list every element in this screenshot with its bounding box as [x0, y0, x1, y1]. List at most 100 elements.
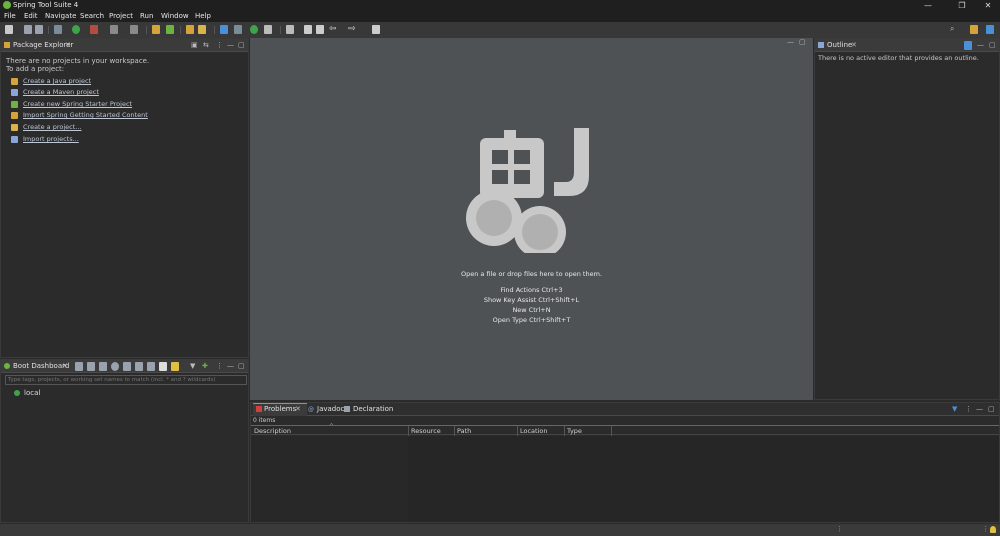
new-project-icon[interactable] [152, 25, 160, 34]
boot-dashboard-title[interactable]: Boot Dashboard [13, 362, 69, 370]
close-icon[interactable]: ✕ [65, 41, 71, 49]
new-icon[interactable] [5, 25, 13, 34]
lightbulb-icon[interactable] [990, 526, 996, 533]
menu-navigate[interactable]: Navigate [45, 12, 76, 20]
create-spring-starter-link[interactable]: Create new Spring Starter Project [23, 100, 132, 108]
perspective-java-icon[interactable] [970, 25, 978, 34]
run-icon[interactable] [72, 25, 80, 34]
spring-starter-icon[interactable] [166, 25, 174, 34]
toggle-mark-icon[interactable] [220, 25, 228, 34]
back-history-icon[interactable] [304, 25, 312, 34]
create-java-project-link[interactable]: Create a Java project [23, 77, 91, 85]
build-icon[interactable] [130, 25, 138, 34]
open-resource-icon[interactable] [198, 25, 206, 34]
problems-table-header: Description ^ Resource Path Location Typ… [251, 423, 999, 436]
lightbulb-icon[interactable] [171, 362, 179, 371]
import-projects-link[interactable]: Import projects... [23, 135, 79, 143]
close-icon[interactable]: ✕ [62, 362, 68, 370]
tab-javadoc[interactable]: Javadoc [317, 405, 344, 413]
menu-help[interactable]: Help [195, 12, 211, 20]
editor-area[interactable]: — ▢ Open a file or drop files here to op… [250, 38, 813, 400]
menu-bar: File Edit Navigate Search Project Run Wi… [0, 11, 1000, 22]
maven-project-icon [11, 89, 18, 96]
boot-filter-input[interactable] [5, 375, 247, 385]
link-editor-icon[interactable]: ⇆ [203, 41, 209, 49]
back-arrow-icon[interactable]: ⇦ [329, 24, 337, 34]
minimize-icon[interactable]: — [976, 405, 983, 413]
minimize-icon[interactable]: — [787, 38, 794, 46]
close-window-button[interactable]: ✕ [978, 0, 998, 11]
eclipse-logo-icon [466, 128, 589, 253]
shortcut-find-actions: Find Actions Ctrl+3 [500, 286, 563, 294]
column-path[interactable]: Path [457, 427, 471, 435]
close-icon[interactable]: ✕ [851, 41, 857, 49]
start-icon[interactable] [75, 362, 83, 371]
debug-icon[interactable] [54, 25, 62, 34]
maximize-icon[interactable]: ▢ [238, 362, 245, 370]
menu-window[interactable]: Window [161, 12, 189, 20]
maximize-icon[interactable]: ▢ [989, 41, 996, 49]
collapse-all-icon[interactable]: ▣ [191, 41, 198, 49]
console-icon[interactable] [123, 362, 131, 371]
package-icon [4, 42, 10, 48]
create-maven-project-link[interactable]: Create a Maven project [23, 88, 99, 96]
view-menu-icon[interactable]: ⋮ [965, 405, 972, 413]
menu-edit[interactable]: Edit [24, 12, 38, 20]
menu-file[interactable]: File [4, 12, 16, 20]
open-type-icon[interactable] [186, 25, 194, 34]
maximize-icon[interactable]: ▢ [799, 38, 806, 46]
local-target-icon [14, 390, 20, 396]
maximize-icon[interactable]: ▢ [988, 405, 995, 413]
terminal-icon[interactable] [110, 25, 118, 34]
outline-toolbar-icon[interactable] [964, 41, 972, 50]
close-icon[interactable]: ✕ [295, 405, 301, 413]
whitespace-icon[interactable] [264, 25, 272, 34]
block-selection-icon[interactable] [234, 25, 242, 34]
minimize-icon[interactable]: — [977, 41, 984, 49]
create-project-link[interactable]: Create a project... [23, 123, 81, 131]
tab-declaration[interactable]: Declaration [353, 405, 393, 413]
view-menu-icon[interactable]: ⋮ [216, 362, 223, 370]
restore-button[interactable]: ❐ [952, 0, 972, 11]
maximize-icon[interactable]: ▢ [238, 41, 245, 49]
save-icon[interactable] [24, 25, 32, 34]
title-bar: Spring Tool Suite 4 — ❐ ✕ [0, 0, 1000, 11]
package-explorer-view: Package Explorer ✕ ▣ ⇆ ⋮ — ▢ There are n… [0, 38, 249, 358]
column-resource[interactable]: Resource [411, 427, 441, 435]
minimize-icon[interactable]: — [227, 41, 234, 49]
debug-icon[interactable] [87, 362, 95, 371]
browser-icon[interactable] [111, 362, 119, 371]
import-getting-started-link[interactable]: Import Spring Getting Started Content [23, 111, 148, 119]
stop-icon[interactable] [99, 362, 107, 371]
edit-icon[interactable] [147, 362, 155, 371]
problems-table-body [251, 436, 408, 522]
search-icon[interactable]: ⌕ [950, 24, 954, 34]
menu-run[interactable]: Run [140, 12, 153, 20]
minimize-icon[interactable]: — [227, 362, 234, 370]
perspective-debug-icon[interactable] [986, 25, 994, 34]
outline-icon [818, 42, 824, 48]
boot-run-icon[interactable] [250, 25, 258, 34]
column-type[interactable]: Type [567, 427, 582, 435]
forward-arrow-icon[interactable]: ⇨ [348, 24, 356, 34]
local-target-item[interactable]: local [24, 389, 40, 397]
run-tools-icon[interactable] [90, 25, 98, 34]
minimize-button[interactable]: — [918, 0, 938, 11]
add-icon[interactable]: ✚ [202, 362, 208, 370]
refresh-icon[interactable] [135, 362, 143, 371]
outline-title[interactable]: Outline [827, 41, 852, 49]
status-separator-icon: ⋮ [836, 525, 843, 533]
view-menu-icon[interactable]: ⋮ [216, 41, 223, 49]
filter-icon[interactable]: ▼ [190, 362, 195, 370]
menu-project[interactable]: Project [109, 12, 133, 20]
column-location[interactable]: Location [520, 427, 548, 435]
save-all-icon[interactable] [35, 25, 43, 34]
properties-icon[interactable] [159, 362, 167, 371]
tab-problems[interactable]: Problems [264, 405, 296, 413]
annotation-icon[interactable] [286, 25, 294, 34]
empty-workspace-message: There are no projects in your workspace. [6, 57, 150, 65]
menu-search[interactable]: Search [80, 12, 104, 20]
filter-icon[interactable]: ▼ [952, 405, 957, 413]
forward-history-icon[interactable] [316, 25, 324, 34]
pin-icon[interactable] [372, 25, 380, 34]
